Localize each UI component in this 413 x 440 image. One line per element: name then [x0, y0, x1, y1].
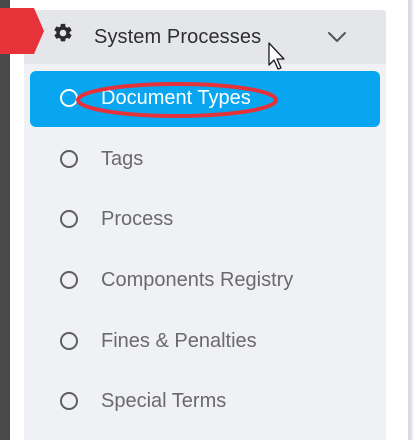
menu-item-process[interactable]: Process — [30, 192, 380, 248]
annotation-marker-icon — [0, 8, 44, 54]
section-title: System Processes — [94, 26, 262, 48]
submenu-list: Document Types Tags Process Components R… — [24, 64, 386, 440]
menu-item-label: Process — [101, 208, 174, 230]
menu-item-label: Special Terms — [101, 390, 227, 412]
annotation-highlight-ellipse — [76, 82, 278, 118]
mouse-cursor-icon — [268, 42, 285, 70]
menu-item-special-terms[interactable]: Special Terms — [30, 374, 380, 430]
radio-icon — [60, 271, 78, 289]
chevron-down-icon[interactable] — [326, 26, 348, 48]
radio-icon — [60, 332, 78, 350]
menu-item-components-registry[interactable]: Components Registry — [30, 253, 380, 309]
menu-item-tags[interactable]: Tags — [30, 132, 380, 188]
gear-icon — [54, 23, 72, 42]
menu-item-label: Tags — [101, 148, 144, 170]
sidebar-panel: System Processes Document Types Tags Pro… — [10, 0, 411, 440]
panel-border — [408, 0, 411, 440]
radio-icon — [60, 392, 78, 410]
menu-item-label: Components Registry — [101, 269, 294, 291]
menu-item-label: Fines & Penalties — [101, 330, 257, 352]
radio-icon — [60, 210, 78, 228]
radio-icon — [60, 150, 78, 168]
menu-item-fines-penalties[interactable]: Fines & Penalties — [30, 314, 380, 370]
menu-section-system-processes[interactable]: System Processes — [24, 10, 386, 64]
window-left-frame — [0, 0, 10, 440]
